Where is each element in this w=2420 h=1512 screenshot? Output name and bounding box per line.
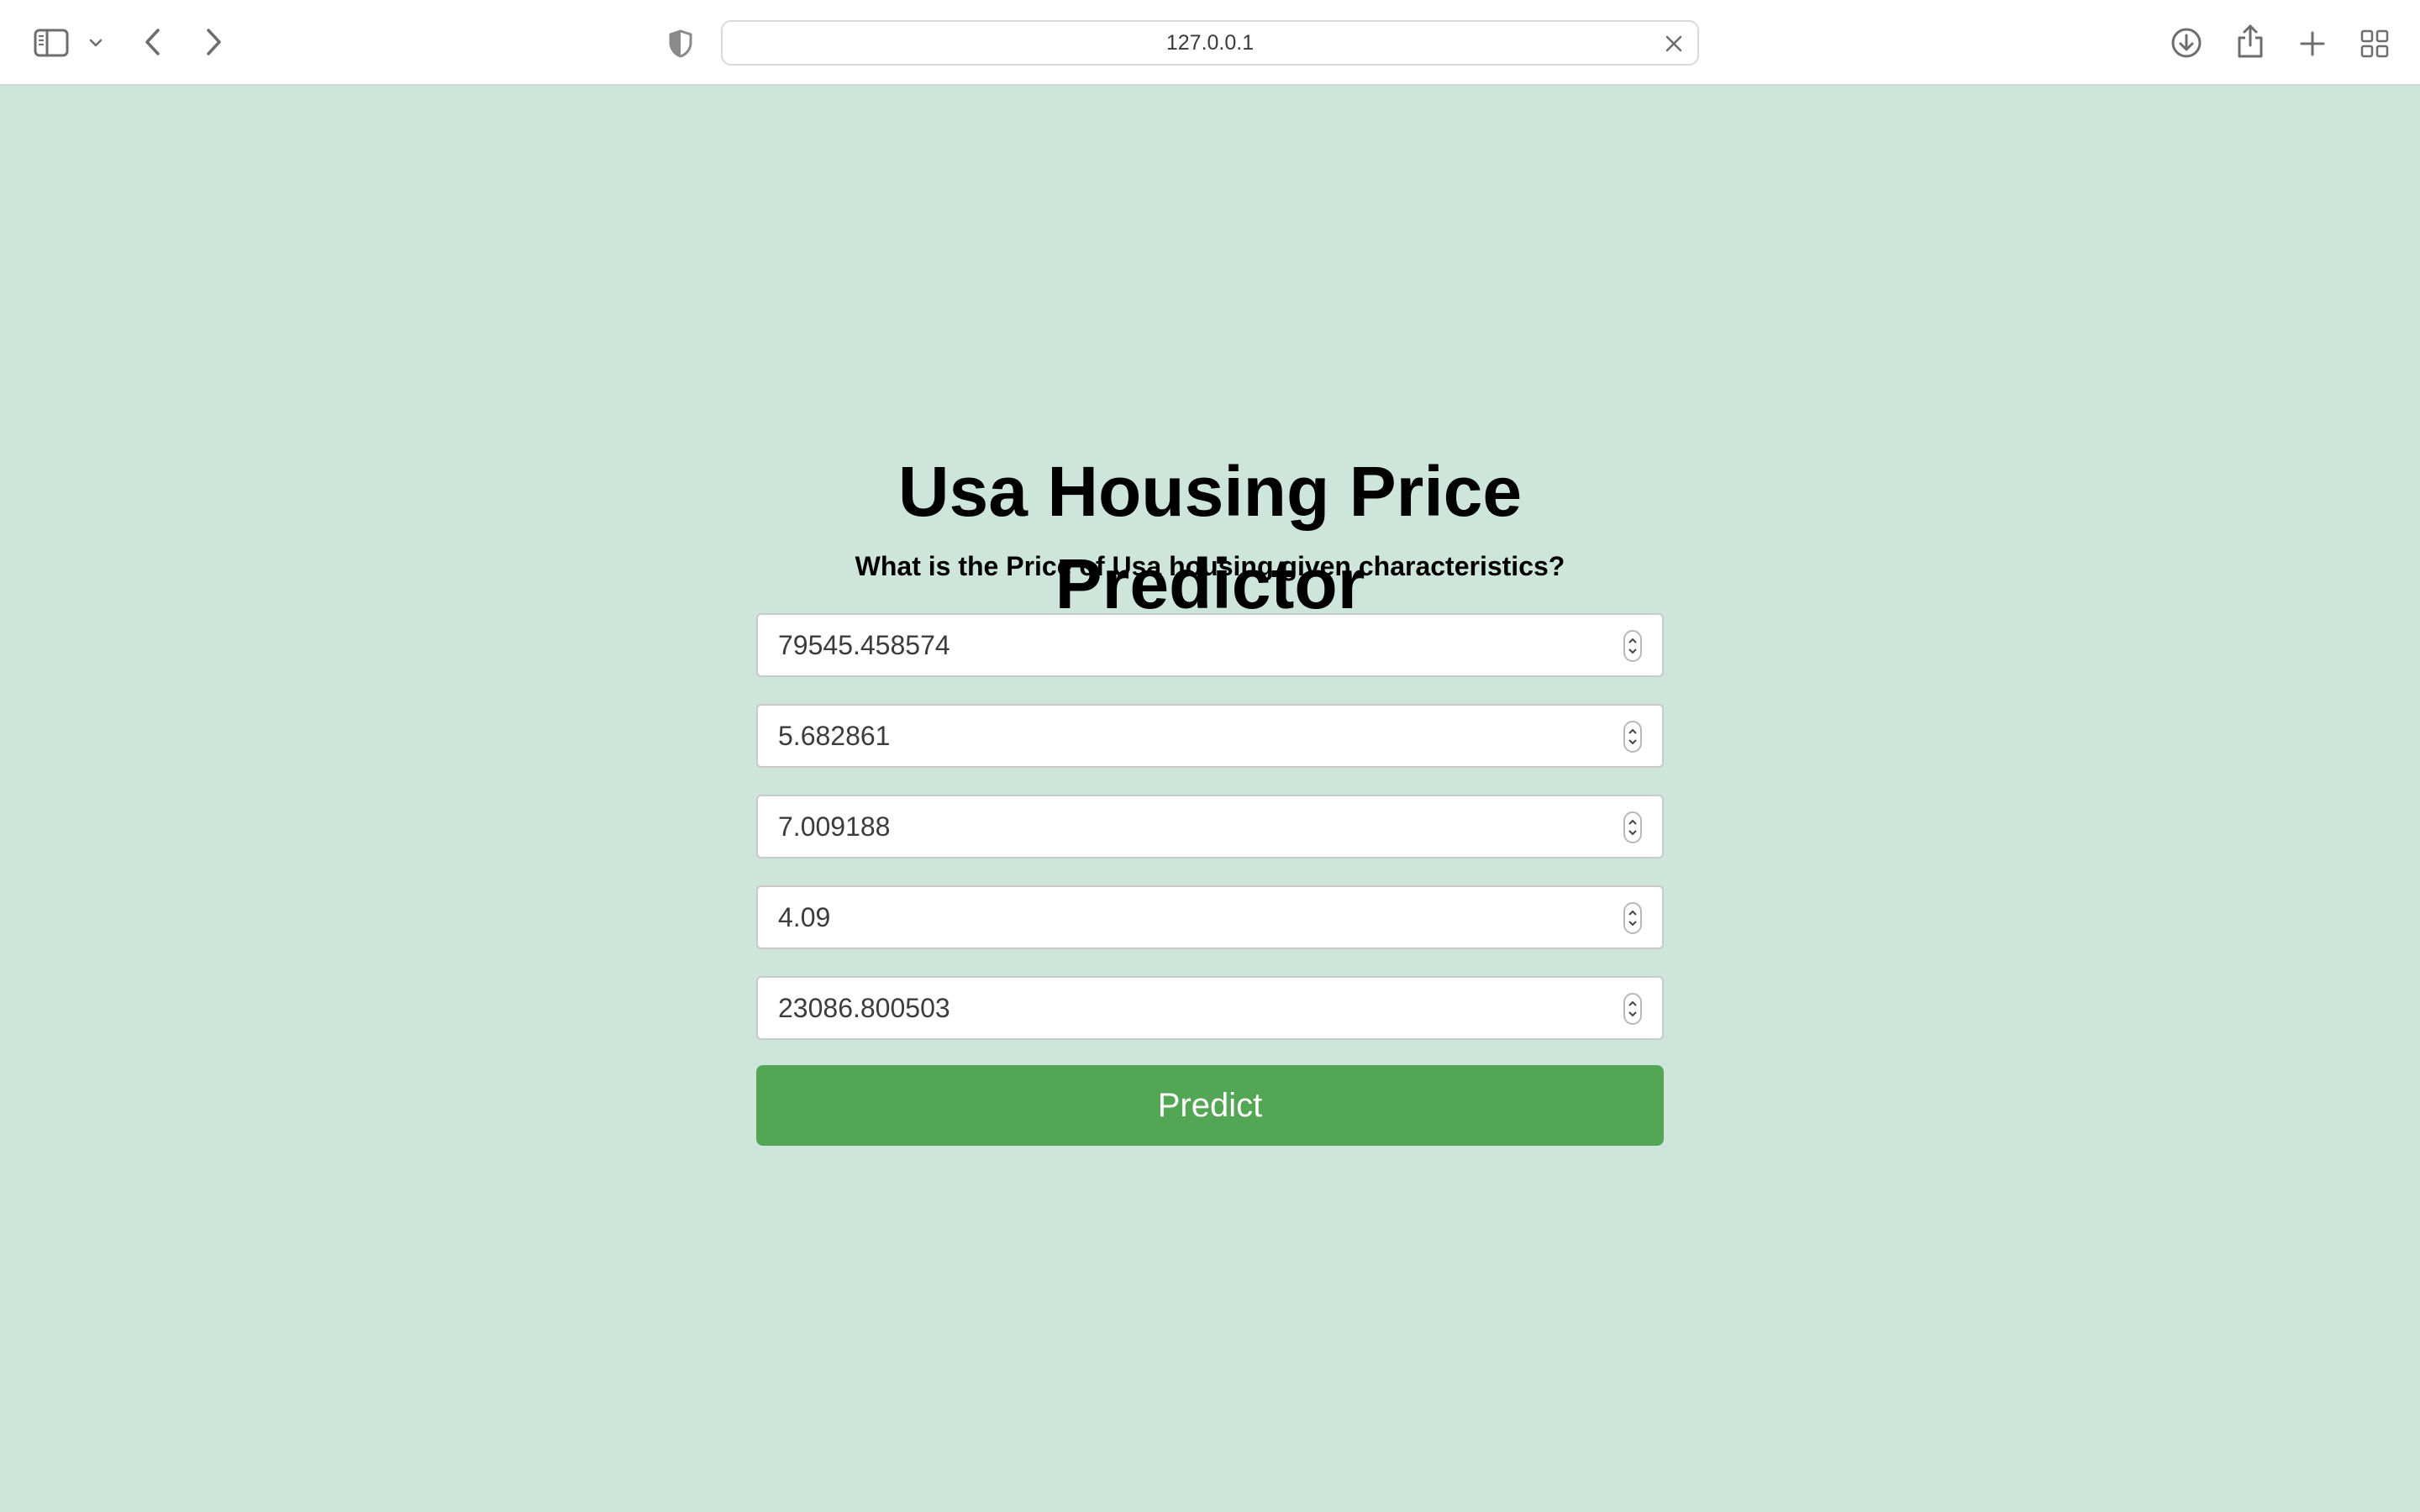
new-tab-icon[interactable]	[2296, 27, 2329, 60]
download-icon[interactable]	[2170, 25, 2203, 60]
number-field-4	[756, 885, 1664, 949]
tab-overview-icon[interactable]	[2358, 27, 2391, 60]
bedrooms-input[interactable]	[758, 887, 1662, 948]
stepper-icon[interactable]	[1623, 721, 1642, 753]
number-field-3	[756, 795, 1664, 858]
forward-icon[interactable]	[198, 24, 229, 60]
page-subtitle: What is the Price of Usa housing given c…	[855, 551, 1565, 581]
back-icon[interactable]	[138, 24, 168, 60]
share-icon[interactable]	[2233, 22, 2267, 60]
stepper-icon[interactable]	[1623, 811, 1642, 843]
address-text: 127.0.0.1	[1165, 30, 1255, 55]
browser-toolbar: 127.0.0.1	[0, 0, 2420, 86]
clear-icon[interactable]	[1662, 32, 1686, 55]
number-field-1	[756, 613, 1664, 677]
house-age-input[interactable]	[758, 706, 1662, 766]
stepper-icon[interactable]	[1623, 630, 1642, 662]
income-input[interactable]	[758, 615, 1662, 675]
chevron-down-icon[interactable]	[84, 32, 108, 54]
number-field-2	[756, 704, 1664, 768]
stepper-icon[interactable]	[1623, 902, 1642, 934]
number-field-5	[756, 976, 1664, 1040]
population-input[interactable]	[758, 978, 1662, 1038]
page-title: Usa Housing Price Predictor	[897, 452, 1523, 623]
predictor-container: Usa Housing Price Predictor What is the …	[756, 445, 1664, 1146]
address-bar[interactable]: 127.0.0.1	[721, 20, 1699, 66]
sidebar-icon[interactable]	[32, 25, 71, 60]
prediction-form: Predict	[756, 613, 1664, 1146]
rooms-input[interactable]	[758, 796, 1662, 857]
predict-button[interactable]: Predict	[756, 1065, 1664, 1146]
stepper-icon[interactable]	[1623, 993, 1642, 1025]
shield-icon[interactable]	[664, 27, 697, 60]
